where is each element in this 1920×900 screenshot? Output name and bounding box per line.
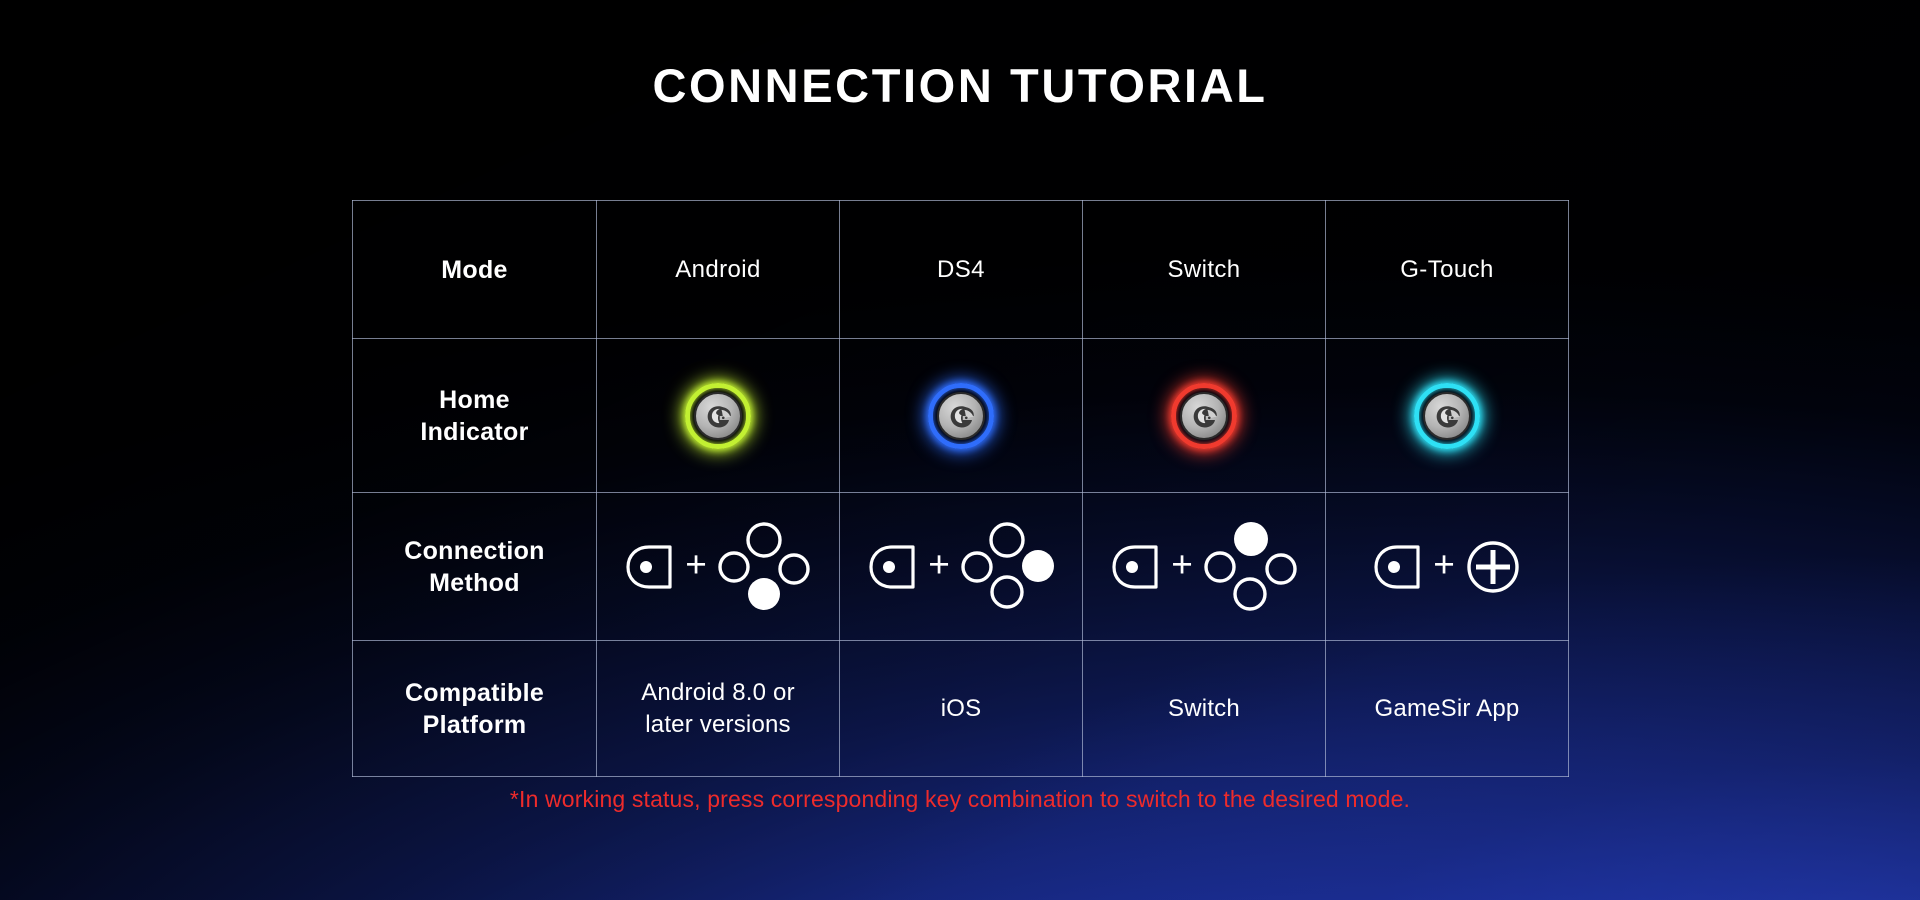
face-buttons-diamond-icon xyxy=(961,521,1054,609)
row-label-compatible-platform-line2: Platform xyxy=(422,710,527,739)
cell-combo-ds4: + xyxy=(839,492,1083,641)
plus-operator: + xyxy=(1171,544,1193,585)
cell-indicator-android xyxy=(596,338,840,493)
column-header-switch: Switch xyxy=(1082,200,1326,339)
gamesir-logo-cyan-icon xyxy=(1414,382,1480,449)
platform-text-line1: iOS xyxy=(940,694,982,722)
dpad-plus-circle-icon xyxy=(1467,540,1519,593)
indicator-disc xyxy=(1423,391,1471,440)
cell-platform-android: Android 8.0 or later versions xyxy=(596,640,840,777)
row-label-compatible-platform-line1: Compatible xyxy=(404,678,545,707)
plus-operator: + xyxy=(685,544,707,585)
cell-combo-android: + xyxy=(596,492,840,641)
row-label-mode: Mode xyxy=(352,200,597,339)
connection-tutorial-table: Mode Android DS4 Switch G-Touch Home Ind… xyxy=(352,200,1569,777)
gamesir-logo-green-icon xyxy=(685,382,751,449)
column-header-android: Android xyxy=(596,200,840,339)
cell-combo-switch: + xyxy=(1082,492,1326,641)
home-button-icon xyxy=(1112,544,1158,589)
footnote-text: *In working status, press corresponding … xyxy=(509,786,1411,812)
cell-indicator-g-touch xyxy=(1325,338,1569,493)
indicator-disc xyxy=(1180,391,1228,440)
cell-combo-g-touch: + xyxy=(1325,492,1569,641)
table-row-home-indicator: Home Indicator xyxy=(352,338,1569,493)
platform-text-line1: GameSir App xyxy=(1374,694,1520,722)
face-buttons-diamond-icon xyxy=(718,521,810,610)
row-label-home-indicator-line2: Indicator xyxy=(420,417,529,446)
row-label-home-indicator-line1: Home xyxy=(439,385,510,414)
table-row-mode: Mode Android DS4 Switch G-Touch xyxy=(352,200,1569,339)
column-header-g-touch: G-Touch xyxy=(1325,200,1569,339)
row-label-connection-method: Connection Method xyxy=(352,492,597,641)
plus-operator: + xyxy=(1433,544,1455,585)
platform-text-line1: Switch xyxy=(1168,694,1240,722)
gamesir-logo-blue-icon xyxy=(928,382,994,449)
home-button-icon xyxy=(626,544,672,589)
face-buttons-diamond-icon xyxy=(1204,521,1297,611)
cell-platform-ds4: iOS xyxy=(839,640,1083,777)
cell-indicator-switch xyxy=(1082,338,1326,493)
cell-platform-g-touch: GameSir App xyxy=(1325,640,1569,777)
tutorial-page: CONNECTION TUTORIAL Mode Android DS4 Swi… xyxy=(0,0,1920,900)
gamesir-logo-red-icon xyxy=(1171,382,1237,449)
row-label-connection-method-line1: Connection xyxy=(404,536,545,565)
row-label-home-indicator: Home Indicator xyxy=(352,338,597,493)
page-title: CONNECTION TUTORIAL xyxy=(652,59,1268,112)
column-header-ds4: DS4 xyxy=(839,200,1083,339)
home-button-icon xyxy=(1374,544,1420,589)
platform-text-line2: later versions xyxy=(645,710,791,738)
plus-operator: + xyxy=(928,544,950,585)
row-label-connection-method-line2: Method xyxy=(429,568,520,597)
cell-indicator-ds4 xyxy=(839,338,1083,493)
table-row-compatible-platform: Compatible Platform Android 8.0 or later… xyxy=(352,640,1569,777)
row-label-compatible-platform: Compatible Platform xyxy=(352,640,597,777)
home-button-icon xyxy=(869,544,915,589)
table-row-connection-method: Connection Method + + + + xyxy=(352,492,1569,641)
indicator-disc xyxy=(937,391,985,440)
indicator-disc xyxy=(694,391,742,440)
cell-platform-switch: Switch xyxy=(1082,640,1326,777)
platform-text-line1: Android 8.0 or xyxy=(641,679,795,707)
